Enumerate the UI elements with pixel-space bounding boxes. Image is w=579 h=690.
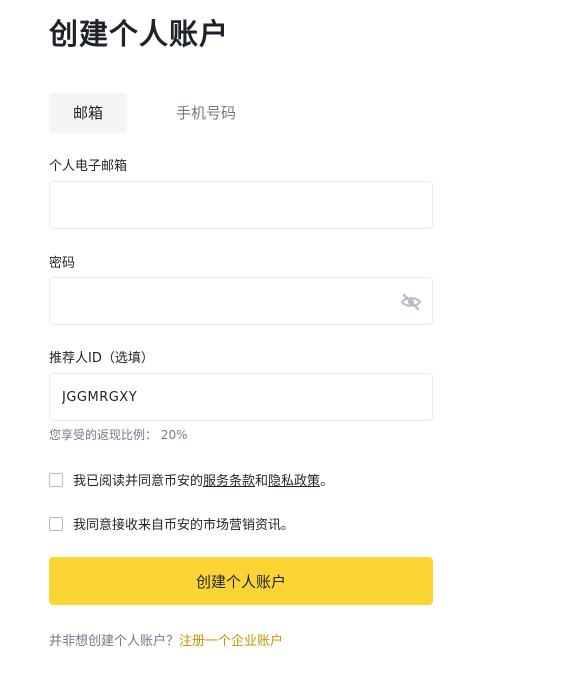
terms-of-service-link[interactable]: 服务条款 [203, 470, 255, 489]
create-account-button[interactable]: 创建个人账户 [49, 557, 433, 605]
referral-label: 推荐人ID（选填） [49, 351, 154, 366]
email-field-wrapper [49, 181, 433, 229]
marketing-checkbox[interactable] [49, 516, 63, 531]
eye-slash-icon[interactable] [400, 291, 422, 313]
register-business-account-link[interactable]: 注册一个企业账户 [179, 634, 283, 649]
referral-field-wrapper [49, 373, 433, 421]
password-label: 密码 [49, 256, 76, 271]
terms-suffix: 。 [320, 474, 334, 489]
tab-email[interactable]: 邮箱 [49, 93, 128, 133]
signup-method-tabs: 邮箱 手机号码 [49, 93, 260, 133]
referral-id-field[interactable] [50, 374, 432, 420]
marketing-row: 我同意接收来自币安的市场营销资讯。 [49, 514, 294, 533]
privacy-policy-link[interactable]: 隐私政策 [268, 470, 320, 489]
page-title: 创建个人账户 [49, 17, 230, 51]
terms-row: 我已阅读并同意币安的 服务条款和隐私政策。 [49, 470, 333, 489]
terms-conjunction: 和 [255, 474, 269, 489]
terms-checkbox[interactable] [49, 472, 63, 487]
password-field[interactable] [50, 278, 432, 324]
password-field-wrapper [49, 277, 433, 325]
footer-prompt: 并非想创建个人账户？注册一个企业账户 [49, 630, 283, 649]
terms-prefix: 我已阅读并同意币安的 [73, 474, 204, 489]
tab-phone[interactable]: 手机号码 [152, 93, 260, 133]
email-label: 个人电子邮箱 [49, 159, 128, 174]
commission-hint: 您享受的返现比例： 20% [49, 428, 188, 442]
footer-question: 并非想创建个人账户？ [49, 634, 180, 649]
email-field[interactable] [50, 182, 432, 228]
marketing-label: 我同意接收来自币安的市场营销资讯。 [73, 518, 295, 533]
